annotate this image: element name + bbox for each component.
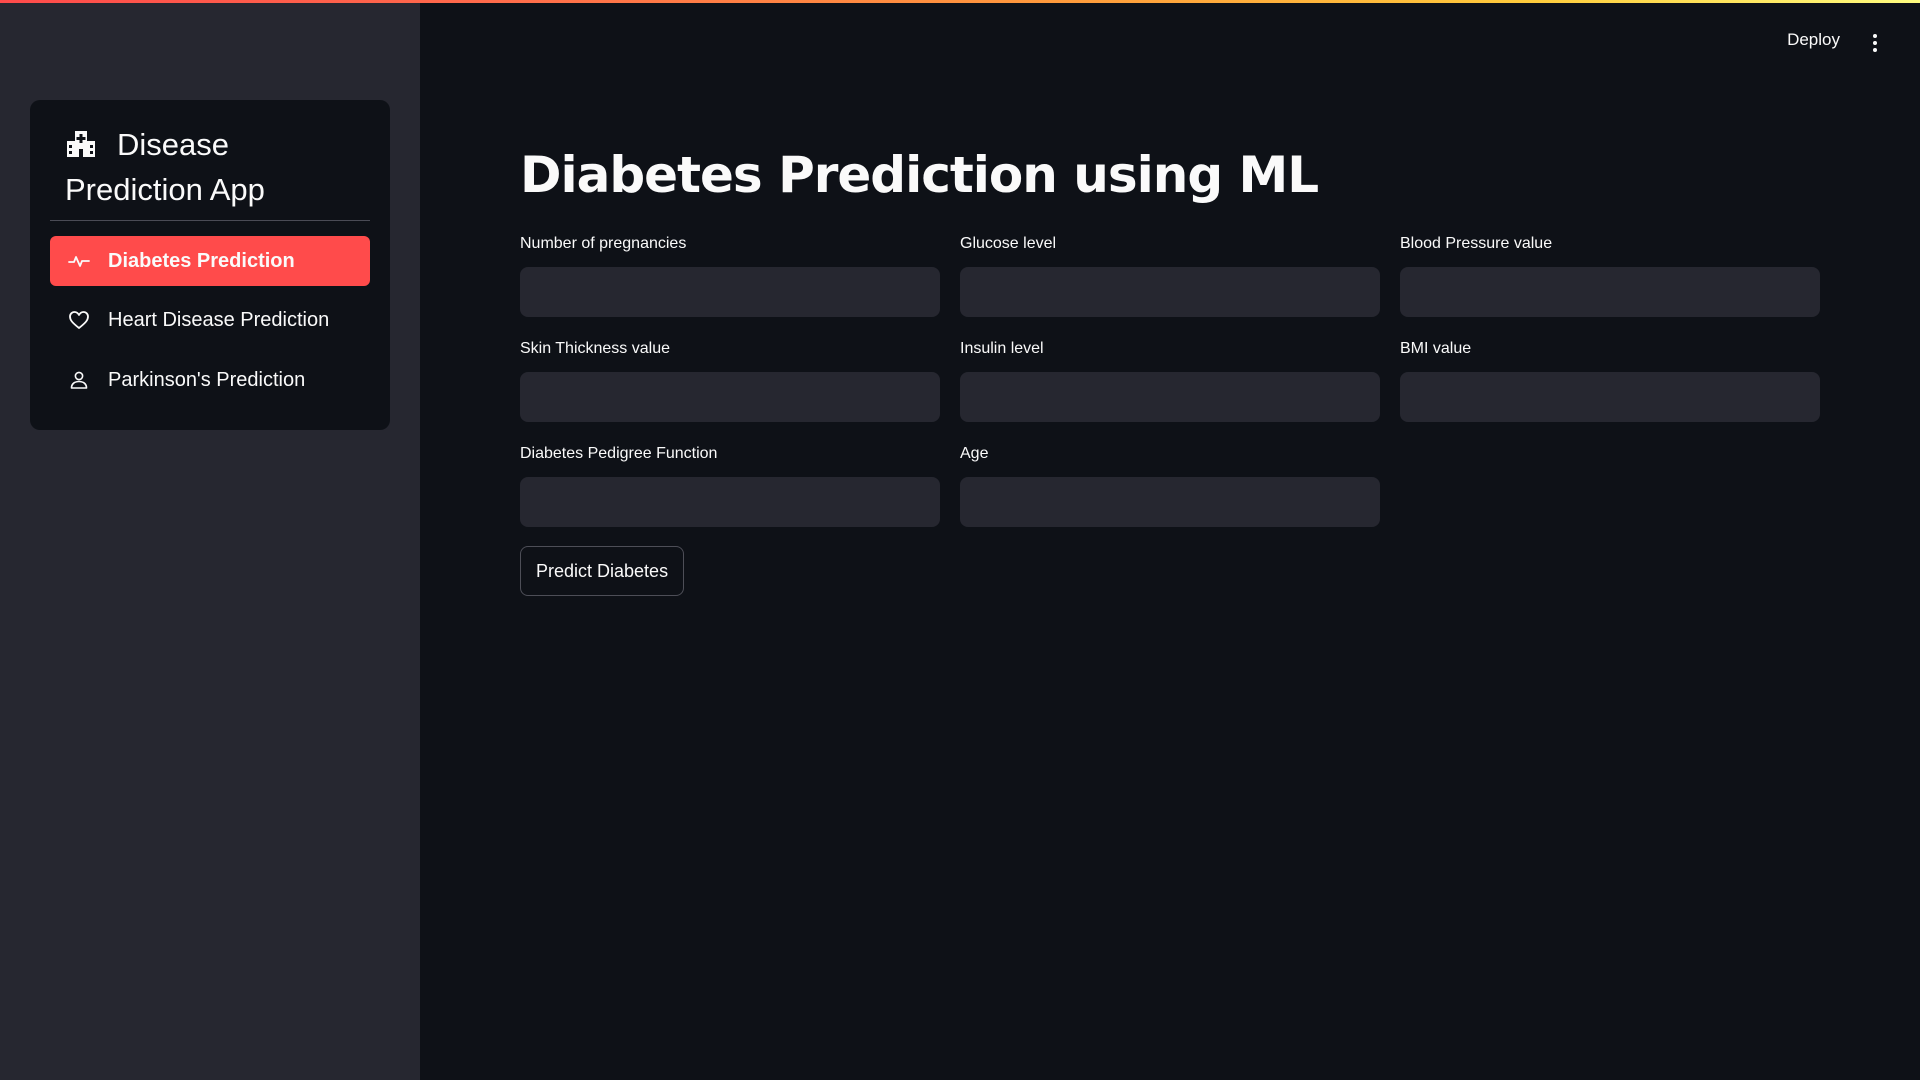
glucose-field: Glucose level bbox=[960, 233, 1380, 317]
insulin-input[interactable] bbox=[960, 372, 1380, 422]
field-label: Number of pregnancies bbox=[520, 235, 687, 252]
skin-thickness-input[interactable] bbox=[520, 372, 940, 422]
bmi-field: BMI value bbox=[1400, 338, 1820, 422]
menu-item-diabetes-prediction[interactable]: Diabetes Prediction bbox=[50, 236, 370, 286]
predict-diabetes-button[interactable]: Predict Diabetes bbox=[520, 546, 685, 596]
field-label: Insulin level bbox=[960, 340, 1044, 357]
person-icon bbox=[68, 369, 90, 391]
field-label: Diabetes Pedigree Function bbox=[520, 445, 718, 462]
sidebar: Disease Prediction App Diabetes Predicti… bbox=[0, 0, 420, 1080]
field-label: Skin Thickness value bbox=[520, 340, 670, 357]
menu-item-label: Parkinson's Prediction bbox=[108, 368, 306, 391]
hospital-icon bbox=[65, 126, 97, 158]
menu-title: Disease Prediction App bbox=[65, 122, 365, 212]
field-label: Age bbox=[960, 445, 989, 462]
option-menu: Disease Prediction App Diabetes Predicti… bbox=[30, 100, 390, 430]
age-field: Age bbox=[960, 443, 1380, 527]
blood-pressure-input[interactable] bbox=[1400, 267, 1820, 317]
menu-item-heart-disease-prediction[interactable]: Heart Disease Prediction bbox=[50, 295, 370, 345]
heart-icon bbox=[68, 309, 90, 331]
more-vertical-icon[interactable] bbox=[1872, 34, 1878, 56]
insulin-field: Insulin level bbox=[960, 338, 1380, 422]
pedigree-input[interactable] bbox=[520, 477, 940, 527]
menu-divider bbox=[50, 220, 370, 221]
activity-icon bbox=[68, 250, 90, 272]
age-input[interactable] bbox=[960, 477, 1380, 527]
top-decoration-bar bbox=[0, 0, 1920, 3]
deploy-button[interactable]: Deploy bbox=[1787, 30, 1840, 50]
bmi-input[interactable] bbox=[1400, 372, 1820, 422]
page-title: Diabetes Prediction using ML bbox=[520, 146, 1319, 204]
field-label: BMI value bbox=[1400, 340, 1472, 357]
blood-pressure-field: Blood Pressure value bbox=[1400, 233, 1820, 317]
menu-item-label: Heart Disease Prediction bbox=[108, 308, 330, 331]
field-label: Glucose level bbox=[960, 235, 1057, 252]
glucose-input[interactable] bbox=[960, 267, 1380, 317]
skin-thickness-field: Skin Thickness value bbox=[520, 338, 940, 422]
pregnancies-input[interactable] bbox=[520, 267, 940, 317]
pedigree-field: Diabetes Pedigree Function bbox=[520, 443, 940, 527]
app-header: Deploy bbox=[420, 0, 1920, 90]
field-label: Blood Pressure value bbox=[1400, 235, 1553, 252]
menu-item-parkinsons-prediction[interactable]: Parkinson's Prediction bbox=[50, 355, 370, 405]
menu-item-label: Diabetes Prediction bbox=[108, 249, 295, 272]
pregnancies-field: Number of pregnancies bbox=[520, 233, 940, 317]
